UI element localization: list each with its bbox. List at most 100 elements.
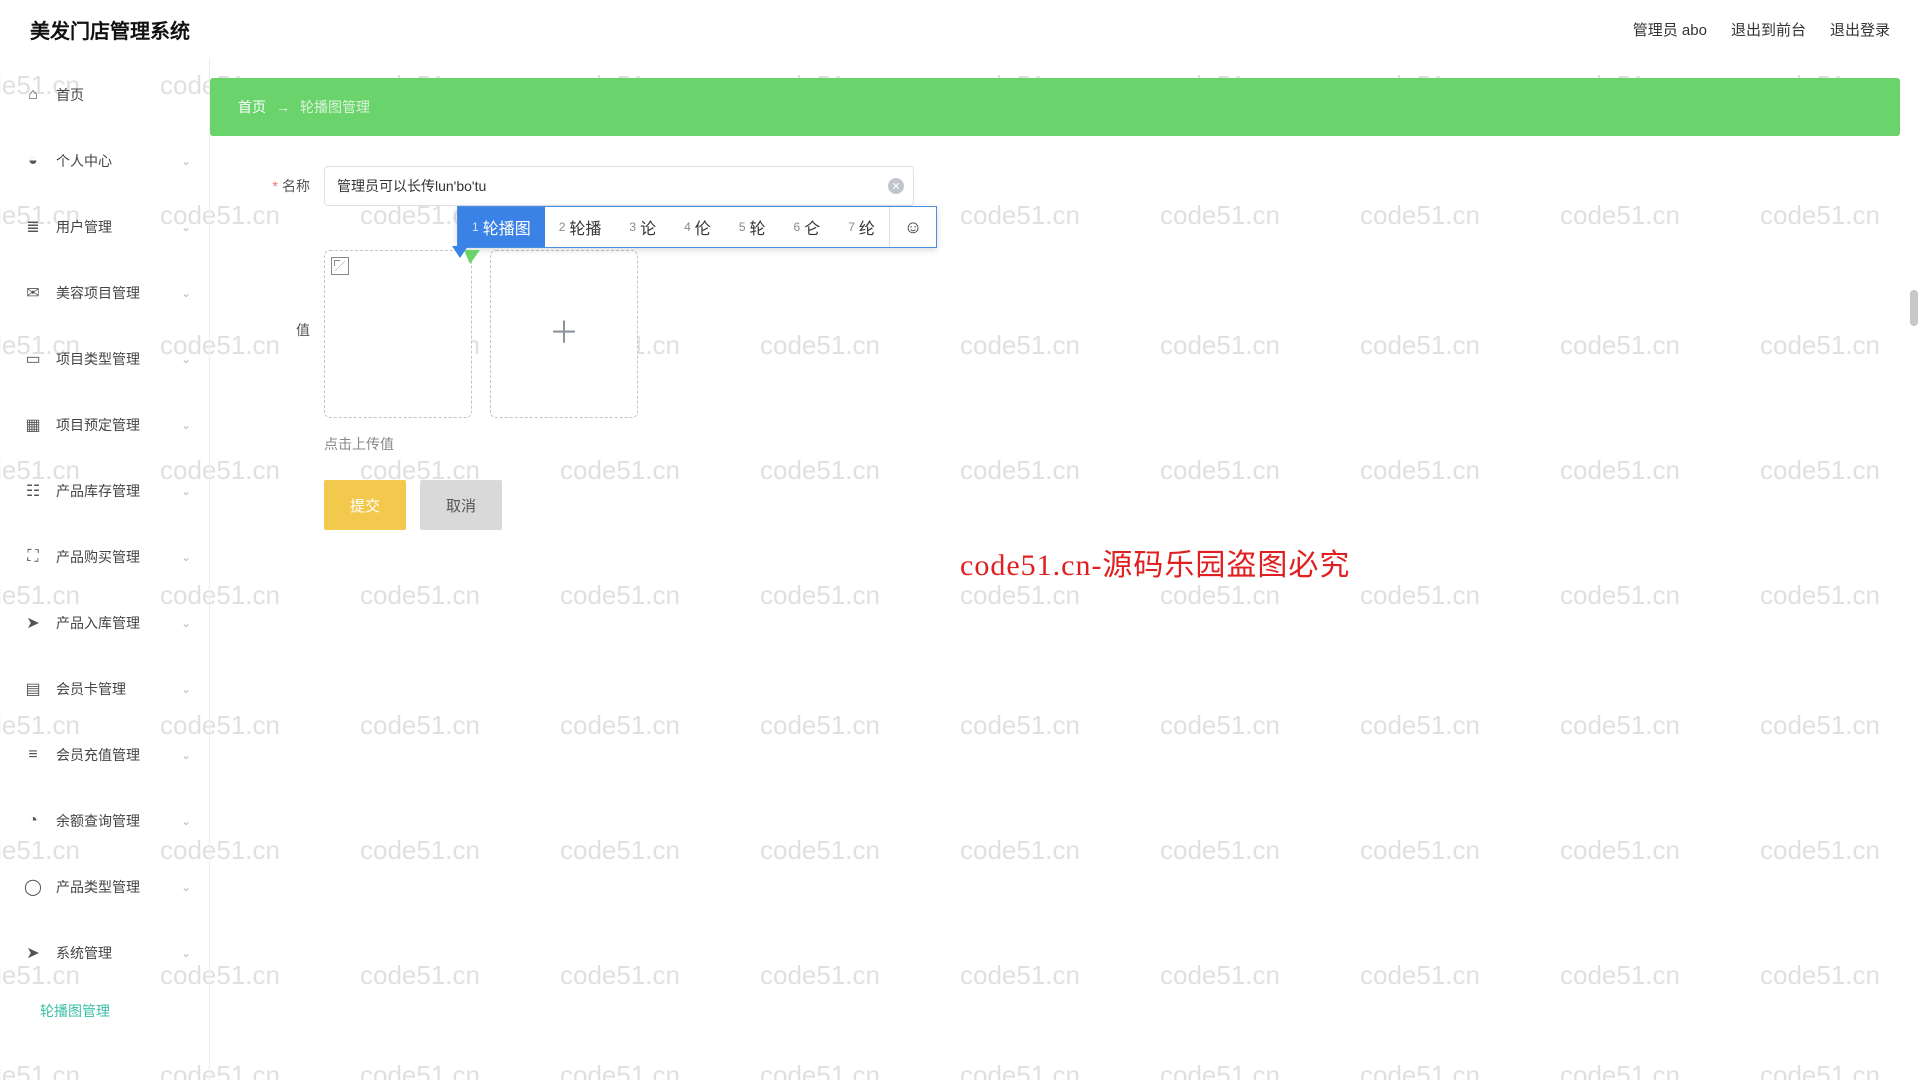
smile-icon: ☺ xyxy=(904,217,922,238)
menu-icon: ≡ xyxy=(22,746,44,764)
upload-add[interactable]: ＋ xyxy=(490,250,638,418)
ime-cand-num: 2 xyxy=(559,220,566,234)
sidebar-item-label: 个人中心 xyxy=(56,151,112,171)
ime-candidate-1[interactable]: 1 轮播图 xyxy=(458,207,545,247)
sidebar-item-label: 会员卡管理 xyxy=(56,679,126,699)
sidebar-item-label: 美容项目管理 xyxy=(56,283,140,303)
sidebar-item-4[interactable]: ▭ 项目类型管理 ⌄ xyxy=(0,326,209,392)
ime-cand-num: 7 xyxy=(848,220,855,234)
broken-image-icon xyxy=(331,257,349,275)
ime-candidate-4[interactable]: 4伦 xyxy=(670,207,725,247)
cancel-button[interactable]: 取消 xyxy=(420,480,502,530)
label-name: 名称 xyxy=(250,166,310,196)
card-icon: ▤ xyxy=(22,679,44,699)
ime-cand-num: 4 xyxy=(684,220,691,234)
chevron-down-icon: ⌄ xyxy=(181,880,191,894)
chevron-down-icon: ⌄ xyxy=(181,352,191,366)
pie-icon: ◔ xyxy=(22,812,44,830)
ime-emoji-button[interactable]: ☺ xyxy=(889,207,936,247)
sidebar-item-1[interactable]: ◒个人中心⌄ xyxy=(0,128,209,194)
sidebar-item-7[interactable]: ⛶ 产品购买管理 ⌄ xyxy=(0,524,209,590)
main: 首页 → 轮播图管理 名称 ✕ 1轮播图2轮播3论4伦5轮6仑7纶☺ xyxy=(210,58,1920,1080)
sidebar-item-label: 项目类型管理 xyxy=(56,349,140,369)
monitor-icon: ▭ xyxy=(22,349,44,369)
ime-candidate-5[interactable]: 5轮 xyxy=(725,207,780,247)
ime-candidate-6[interactable]: 6仑 xyxy=(780,207,835,247)
sidebar-item-label: 首页 xyxy=(56,85,84,105)
sidebar-item-13[interactable]: ➤系统管理⌄ xyxy=(0,920,209,986)
chat-icon: ✉ xyxy=(22,283,44,303)
name-input[interactable] xyxy=(324,166,914,206)
sidebar-item-2[interactable]: ≣ 用户管理 ⌄ xyxy=(0,194,209,260)
sidebar-item-label: 余额查询管理 xyxy=(56,811,140,831)
breadcrumb-current: 轮播图管理 xyxy=(300,97,370,117)
header-to-front[interactable]: 退出到前台 xyxy=(1731,19,1806,40)
sidebar-item-label: 项目预定管理 xyxy=(56,415,140,435)
circle-icon: ◯ xyxy=(22,877,44,897)
sidebar-item-label: 会员充值管理 xyxy=(56,745,140,765)
ime-cand-num: 6 xyxy=(794,220,801,234)
chevron-down-icon: ⌄ xyxy=(181,286,191,300)
ime-cand-text: 论 xyxy=(640,215,656,239)
ime-candidate-3[interactable]: 3论 xyxy=(615,207,670,247)
sidebar-item-6[interactable]: ☷ 产品库存管理 ⌄ xyxy=(0,458,209,524)
chevron-down-icon: ⌄ xyxy=(181,616,191,630)
ime-cand-text: 轮播图 xyxy=(483,215,531,239)
ime-cand-text: 仑 xyxy=(804,215,820,239)
sidebar-item-12[interactable]: ◯ 产品类型管理 ⌄ xyxy=(0,854,209,920)
expand-icon: ⛶ xyxy=(22,548,44,566)
chevron-down-icon: ⌄ xyxy=(181,550,191,564)
chevron-down-icon: ⌄ xyxy=(181,946,191,960)
chevron-down-icon: ⌄ xyxy=(181,682,191,696)
ime-cand-num: 1 xyxy=(472,220,479,234)
sidebar-item-label: 用户管理 xyxy=(56,217,112,237)
breadcrumb-home[interactable]: 首页 xyxy=(238,97,266,117)
ime-pointer-icon xyxy=(452,246,468,258)
upload-hint: 点击上传值 xyxy=(324,434,1880,454)
breadcrumb-sep: → xyxy=(276,99,290,115)
clear-icon[interactable]: ✕ xyxy=(888,178,904,194)
scrollbar[interactable] xyxy=(1910,290,1918,326)
ime-candidate-7[interactable]: 7纶 xyxy=(834,207,889,247)
sidebar-item-11[interactable]: ◔ 余额查询管理 ⌄ xyxy=(0,788,209,854)
ime-cand-num: 3 xyxy=(629,220,636,234)
breadcrumb: 首页 → 轮播图管理 xyxy=(210,78,1900,136)
sidebar-item-label: 产品类型管理 xyxy=(56,877,140,897)
sidebar-sub-carousel[interactable]: 轮播图管理 xyxy=(0,986,209,1036)
sidebar-item-5[interactable]: ▦ 项目预定管理 ⌄ xyxy=(0,392,209,458)
ime-cand-text: 纶 xyxy=(859,215,875,239)
ime-candidate-bar: 1轮播图2轮播3论4伦5轮6仑7纶☺ xyxy=(457,206,937,248)
sidebar-item-label: 产品库存管理 xyxy=(56,481,140,501)
sidebar-item-10[interactable]: ≡会员充值管理⌄ xyxy=(0,722,209,788)
ime-cand-text: 伦 xyxy=(695,215,711,239)
nav-icon: ➤ xyxy=(22,613,44,633)
chevron-down-icon: ⌄ xyxy=(181,154,191,168)
chevron-down-icon: ⌄ xyxy=(181,418,191,432)
app-title: 美发门店管理系统 xyxy=(30,15,190,44)
sidebar-item-3[interactable]: ✉ 美容项目管理 ⌄ xyxy=(0,260,209,326)
send-icon: ➤ xyxy=(22,943,44,963)
ime-cand-text: 轮 xyxy=(750,215,766,239)
sidebar-item-label: 产品入库管理 xyxy=(56,613,140,633)
grid-icon: ▦ xyxy=(22,415,44,435)
chevron-down-icon: ⌄ xyxy=(181,484,191,498)
home-icon: ⌂ xyxy=(22,86,44,104)
ime-cand-num: 5 xyxy=(739,220,746,234)
plus-icon: ＋ xyxy=(549,319,579,349)
ime-cand-text: 轮播 xyxy=(569,215,601,239)
ime-candidate-2[interactable]: 2轮播 xyxy=(545,207,616,247)
sidebar-item-0[interactable]: ⌂ 首页 xyxy=(0,62,209,128)
header: 美发门店管理系统 管理员 abo 退出到前台 退出登录 xyxy=(0,0,1920,58)
sidebar-item-9[interactable]: ▤ 会员卡管理 ⌄ xyxy=(0,656,209,722)
sidebar-item-8[interactable]: ➤ 产品入库管理 ⌄ xyxy=(0,590,209,656)
header-logout[interactable]: 退出登录 xyxy=(1830,19,1890,40)
server-icon: ☷ xyxy=(22,481,44,501)
sidebar: ⌂首页◒个人中心⌄≣用户管理⌄✉美容项目管理⌄▭项目类型管理⌄▦项目预定管理⌄☷… xyxy=(0,58,210,1080)
chevron-down-icon: ⌄ xyxy=(181,220,191,234)
list-icon: ≣ xyxy=(22,217,44,237)
sidebar-item-label: 产品购买管理 xyxy=(56,547,140,567)
chevron-down-icon: ⌄ xyxy=(181,814,191,828)
upload-preview[interactable] xyxy=(324,250,472,418)
header-user[interactable]: 管理员 abo xyxy=(1633,19,1707,40)
submit-button[interactable]: 提交 xyxy=(324,480,406,530)
